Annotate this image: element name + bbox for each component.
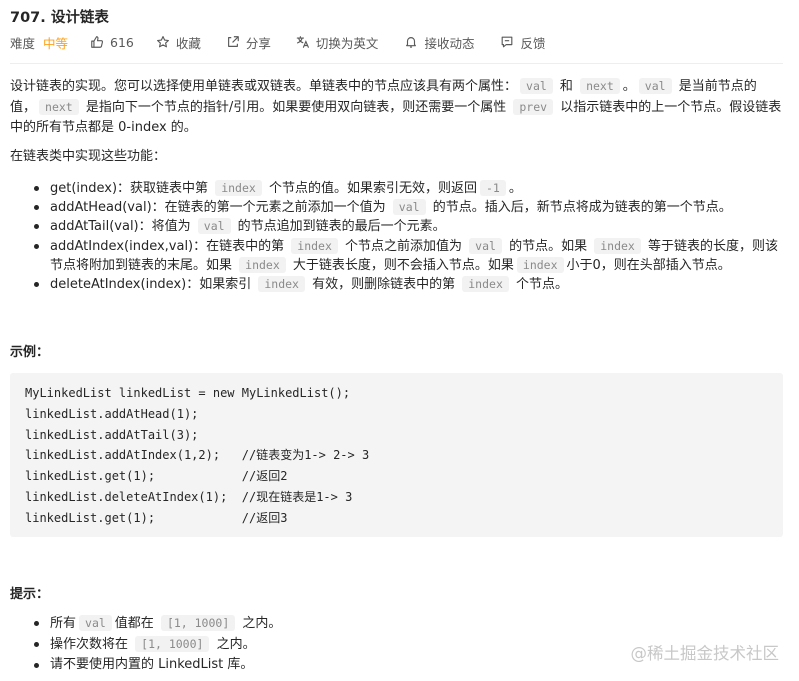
inline-code: [1, 1000] — [160, 615, 236, 631]
inline-code: val — [638, 78, 672, 94]
inline-code: [1, 1000] — [135, 636, 210, 652]
inline-code: next — [39, 99, 79, 115]
favorite-label: 收藏 — [175, 35, 201, 51]
share-icon — [227, 36, 239, 47]
list-item: 请不要使用内置的 LinkedList 库。 — [28, 655, 628, 675]
inline-code: val — [520, 78, 553, 94]
inline-code: val — [79, 615, 112, 631]
code-line: linkedList.addAtIndex(1,2); //链表变为1-> 2-… — [25, 448, 370, 463]
function-list: get(index)：获取链表中第 index 个节点的值。如果索引无效，则返回… — [28, 179, 784, 294]
difficulty-label: 难度 — [10, 35, 36, 51]
description-paragraph: 设计链表的实现。您可以选择使用单链表或双链表。单链表中的节点应该具有两个属性： v… — [10, 78, 782, 135]
thumbs-up-icon — [91, 36, 104, 48]
like-button[interactable]: 616 — [90, 35, 134, 50]
code-line: linkedList.get(1); //返回3 — [25, 510, 288, 525]
subscribe-label: 接收动态 — [424, 35, 475, 51]
inline-code: index — [594, 237, 641, 254]
inline-code: index — [462, 276, 509, 293]
inline-code: next — [580, 78, 620, 94]
inline-code: index — [215, 180, 262, 196]
favorite-button[interactable]: 收藏 — [156, 33, 201, 52]
hints-list: 所有 val 值都在 [1, 1000] 之内。 操作次数将在 [1, 1000] … — [28, 613, 628, 675]
list-item: addAtHead(val)：在链表的第一个元素之前添加一个值为 val 的节点… — [28, 198, 784, 217]
bell-icon — [406, 37, 417, 48]
divider — [10, 63, 783, 64]
translate-label: 切换为英文 — [315, 35, 379, 51]
functions-intro: 在链表类中实现这些功能： — [10, 149, 167, 164]
feedback-button[interactable]: 反馈 — [500, 33, 545, 52]
example-heading: 示例： — [10, 345, 50, 360]
list-item: get(index)：获取链表中第 index 个节点的值。如果索引无效，则返回… — [28, 179, 784, 198]
like-count: 616 — [110, 34, 134, 50]
list-item: addAtIndex(index,val)：在链表中的第 index 个节点之前… — [28, 237, 784, 275]
hints-heading: 提示： — [10, 587, 50, 602]
list-item: 操作次数将在 [1, 1000] 之内。 — [28, 634, 628, 655]
example-code-block: MyLinkedList linkedList = new MyLinkedLi… — [10, 373, 783, 537]
inline-code: prev — [513, 99, 554, 115]
inline-code: index — [291, 237, 338, 254]
translate-icon — [296, 36, 309, 48]
list-item: addAtTail(val)：将值为 val 的节点追加到链表的最后一个元素。 — [28, 217, 784, 236]
inline-code: val — [197, 218, 231, 235]
watermark: @稀土掘金技术社区 — [630, 644, 780, 663]
star-icon — [156, 36, 169, 48]
share-button[interactable]: 分享 — [226, 33, 271, 52]
inline-code: val — [469, 237, 502, 254]
inline-code: index — [516, 256, 564, 273]
code-line: linkedList.addAtTail(3); — [25, 427, 199, 442]
translate-button[interactable]: 切换为英文 — [296, 33, 379, 52]
code-line: MyLinkedList linkedList = new MyLinkedLi… — [25, 386, 351, 400]
list-item: deleteAtIndex(index)：如果索引 index 有效，则删除链表… — [28, 275, 784, 294]
share-label: 分享 — [245, 35, 271, 51]
difficulty-badge: 中等 — [43, 35, 69, 51]
subscribe-button[interactable]: 接收动态 — [404, 33, 474, 52]
problem-title: 707. 设计链表 — [10, 10, 109, 26]
meta-bar: 难度 中等 616 收藏 分享 切换为英文 接收动态 反馈 — [10, 33, 545, 51]
list-item: 所有 val 值都在 [1, 1000] 之内。 — [28, 613, 628, 634]
code-line: linkedList.deleteAtIndex(1); //现在链表是1-> … — [25, 489, 353, 504]
inline-code: val — [392, 199, 426, 216]
feedback-icon — [502, 36, 513, 48]
code-line: linkedList.get(1); //返回2 — [25, 469, 288, 484]
inline-code: index — [239, 256, 286, 273]
inline-code: -1 — [479, 180, 506, 196]
inline-code: index — [258, 276, 305, 293]
feedback-label: 反馈 — [520, 35, 546, 51]
code-line: linkedList.addAtHead(1); — [25, 406, 199, 421]
